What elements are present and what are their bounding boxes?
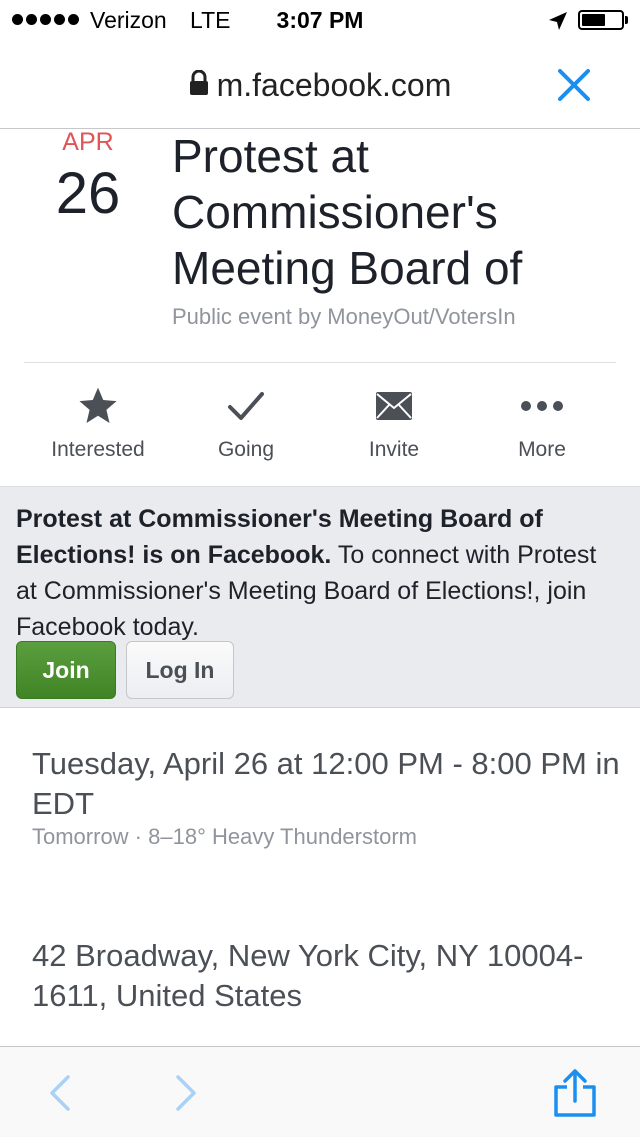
- forward-arrow-icon[interactable]: [172, 1073, 200, 1113]
- interested-button[interactable]: Interested: [24, 380, 172, 470]
- divider: [24, 362, 616, 363]
- back-arrow-icon[interactable]: [46, 1073, 74, 1113]
- login-button[interactable]: Log In: [126, 641, 234, 699]
- envelope-icon: [376, 392, 412, 420]
- going-label: Going: [217, 438, 275, 461]
- location-arrow-icon: [549, 12, 567, 30]
- event-time[interactable]: Tuesday, April 26 at 12:00 PM - 8:00 PM …: [32, 744, 622, 824]
- close-icon[interactable]: [556, 67, 592, 103]
- invite-label: Invite: [368, 438, 420, 461]
- event-day: 26: [55, 161, 121, 226]
- star-icon: [79, 387, 117, 423]
- going-button[interactable]: Going: [172, 380, 320, 470]
- more-dots-icon: [521, 401, 563, 411]
- share-icon[interactable]: [552, 1069, 598, 1117]
- url-bar[interactable]: m.facebook.com: [0, 40, 640, 129]
- more-label: More: [518, 438, 566, 461]
- battery-icon: [578, 10, 624, 30]
- invite-button[interactable]: Invite: [320, 380, 468, 470]
- event-actions: Interested Going Invite More: [24, 380, 616, 470]
- status-time: 3:07 PM: [276, 7, 364, 33]
- url-text: m.facebook.com: [216, 67, 452, 104]
- banner-message: Protest at Commissioner's Meeting Board …: [16, 501, 616, 645]
- event-title: Protest at Commissioner's Meeting Board …: [172, 130, 523, 294]
- join-banner: Protest at Commissioner's Meeting Board …: [0, 486, 640, 708]
- lock-icon: [189, 70, 208, 95]
- event-address[interactable]: 42 Broadway, New York City, NY 10004-161…: [32, 936, 622, 1016]
- checkmark-icon: [228, 392, 264, 420]
- status-bar: Verizon LTE 3:07 PM: [0, 0, 640, 40]
- event-month: APR: [62, 128, 114, 156]
- address-display[interactable]: m.facebook.com: [0, 65, 640, 104]
- join-button[interactable]: Join: [16, 641, 116, 699]
- event-weather: Tomorrow · 8–18° Heavy Thunderstorm: [32, 824, 417, 849]
- more-button[interactable]: More: [468, 380, 616, 470]
- browser-toolbar: [0, 1046, 640, 1137]
- event-host[interactable]: Public event by MoneyOut/VotersIn: [172, 304, 516, 330]
- battery-tip: [625, 16, 628, 24]
- interested-label: Interested: [51, 438, 145, 461]
